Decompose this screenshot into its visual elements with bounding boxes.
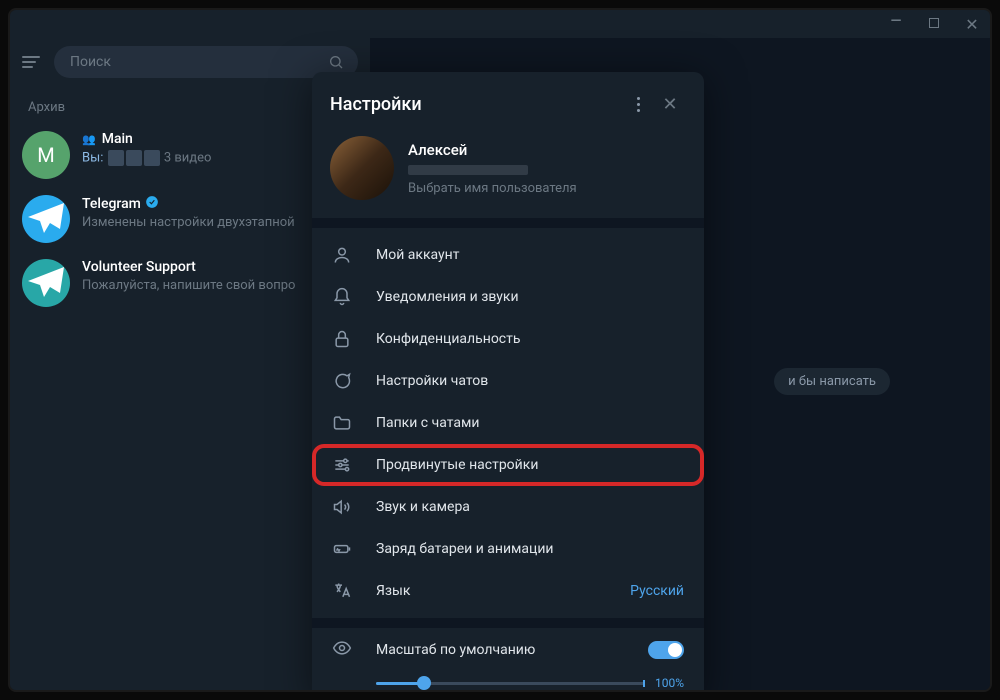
folder-icon [332, 413, 352, 433]
zoom-section: Масштаб по умолчанию 100% [312, 628, 704, 692]
lock-icon [332, 329, 352, 349]
chat-icon [332, 371, 352, 391]
thumbnail-icon [126, 150, 142, 166]
search-icon [328, 54, 344, 74]
zoom-label: Масштаб по умолчанию [376, 642, 535, 658]
profile-avatar[interactable] [330, 136, 394, 200]
battery-icon [332, 539, 352, 559]
modal-header: Настройки ✕ [312, 72, 704, 130]
profile-phone-redacted [408, 165, 528, 175]
thumbnail-icon [144, 150, 160, 166]
language-icon [332, 581, 352, 601]
slider-thumb[interactable] [417, 676, 431, 690]
settings-item-label: Звук и камера [376, 499, 470, 515]
dots-vertical-icon [637, 97, 640, 112]
profile-username-hint: Выбрать имя пользователя [408, 181, 577, 196]
settings-item-advanced[interactable]: Продвинутые настройки [312, 444, 704, 486]
zoom-toggle[interactable] [648, 641, 684, 659]
settings-item-label: Мой аккаунт [376, 247, 459, 263]
window-close-button[interactable]: ✕ [962, 15, 982, 34]
search-input[interactable]: Поиск [54, 46, 358, 78]
settings-item-chat-settings[interactable]: Настройки чатов [312, 360, 704, 402]
thumbnail-icon [108, 150, 124, 166]
zoom-value: 100% [655, 676, 684, 690]
chat-name: Main [102, 131, 133, 147]
hamburger-menu-icon[interactable] [22, 56, 40, 68]
settings-item-label: Язык [376, 583, 410, 599]
settings-item-label: Уведомления и звуки [376, 289, 519, 305]
settings-item-account[interactable]: Мой аккаунт [312, 234, 704, 276]
window-minimize-button[interactable]: — [886, 13, 906, 29]
settings-item-language[interactable]: Язык Русский [312, 570, 704, 612]
settings-item-sound-camera[interactable]: Звук и камера [312, 486, 704, 528]
eye-icon [332, 638, 352, 662]
zoom-slider[interactable] [376, 682, 645, 685]
close-modal-button[interactable]: ✕ [654, 88, 686, 120]
app-window: — ✕ Поиск Архив M 👥 [8, 8, 992, 692]
settings-item-label: Продвинутые настройки [376, 457, 538, 473]
search-placeholder: Поиск [70, 54, 111, 70]
chat-avatar: M [22, 131, 70, 179]
chat-avatar [22, 259, 70, 307]
chat-name: Volunteer Support [82, 259, 196, 275]
speaker-icon [332, 497, 352, 517]
settings-item-label: Заряд батареи и анимации [376, 541, 554, 557]
settings-item-label: Настройки чатов [376, 373, 488, 389]
user-icon [332, 245, 352, 265]
bell-icon [332, 287, 352, 307]
profile-section[interactable]: Алексей Выбрать имя пользователя [312, 130, 704, 218]
settings-item-battery[interactable]: Заряд батареи и анимации [312, 528, 704, 570]
window-maximize-button[interactable] [924, 16, 944, 32]
settings-item-value: Русский [630, 583, 684, 599]
settings-modal: Настройки ✕ Алексей Выбрать имя пользова… [312, 72, 704, 692]
verified-icon [145, 195, 159, 212]
settings-item-notifications[interactable]: Уведомления и звуки [312, 276, 704, 318]
window-titlebar: — ✕ [10, 10, 990, 38]
chat-name: Telegram [82, 196, 141, 212]
profile-name: Алексей [408, 141, 577, 159]
empty-chat-hint: и бы написать [774, 368, 890, 395]
divider [312, 218, 704, 228]
more-options-button[interactable] [622, 88, 654, 120]
settings-item-folders[interactable]: Папки с чатами [312, 402, 704, 444]
chat-avatar [22, 195, 70, 243]
modal-title: Настройки [330, 94, 622, 115]
settings-item-privacy[interactable]: Конфиденциальность [312, 318, 704, 360]
settings-item-label: Конфиденциальность [376, 331, 520, 347]
divider [312, 618, 704, 628]
settings-item-label: Папки с чатами [376, 415, 479, 431]
group-icon: 👥 [82, 133, 96, 146]
sliders-icon [332, 455, 352, 475]
settings-list: Мой аккаунт Уведомления и звуки Конфиден… [312, 228, 704, 618]
